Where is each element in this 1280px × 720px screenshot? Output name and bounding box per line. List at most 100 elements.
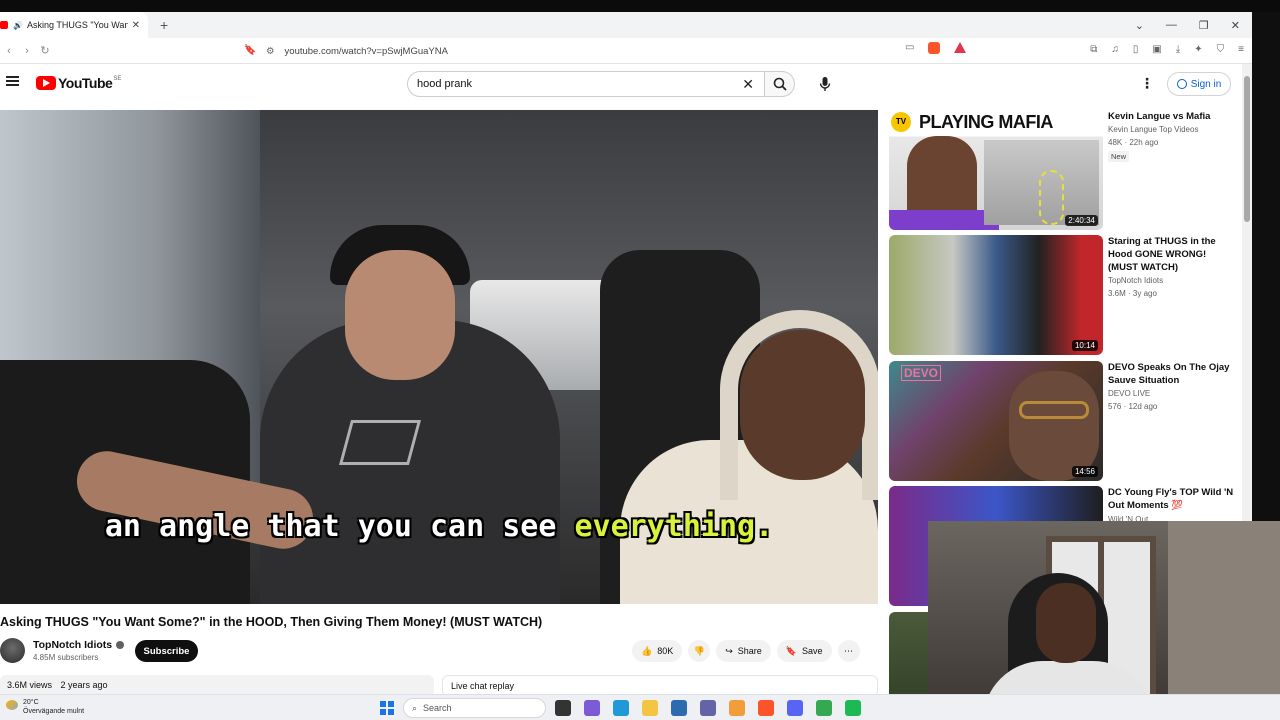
- account-icon: [1176, 79, 1187, 89]
- cast-icon[interactable]: ▭: [905, 42, 914, 54]
- edge-icon[interactable]: [613, 700, 629, 716]
- duration-badge: 2:40:34: [1065, 215, 1098, 226]
- recommendation-channel[interactable]: DEVO LIVE: [1108, 389, 1150, 398]
- app-icon[interactable]: [729, 700, 745, 716]
- file-explorer-icon[interactable]: [642, 700, 658, 716]
- back-icon[interactable]: ‹: [0, 45, 18, 57]
- save-label: Save: [802, 646, 823, 656]
- taskbar-search[interactable]: ⌕ Search: [403, 698, 546, 718]
- video-caption: an angle that you can see everything.: [0, 509, 878, 544]
- browser-tab-active[interactable]: 🔊 Asking THUGS "You Want So ✕: [0, 12, 148, 38]
- recommendation-meta: 48K · 22h ago: [1108, 138, 1159, 147]
- recommendation-item[interactable]: 10:14 Staring at THUGS in the Hood GONE …: [889, 235, 1239, 355]
- webcam-wall: [1168, 521, 1280, 720]
- close-tab-icon[interactable]: ✕: [132, 20, 140, 31]
- video-title: Asking THUGS "You Want Some?" in the HOO…: [0, 615, 543, 629]
- weather-temp: 20°C: [23, 699, 39, 706]
- browser-toolbar: ‹ › ↻ 🔖 ⚙ youtube.com/watch?v=pSwjMGuaYN…: [0, 38, 1252, 64]
- chrome-icon[interactable]: [816, 700, 832, 716]
- subscribe-button[interactable]: Subscribe: [135, 640, 198, 662]
- downloads-icon[interactable]: ⤓: [1176, 44, 1180, 55]
- thumbs-down-icon: 👎: [693, 645, 705, 656]
- discord-icon[interactable]: [787, 700, 803, 716]
- minimize-button[interactable]: —: [1166, 19, 1177, 31]
- store-icon[interactable]: [671, 700, 687, 716]
- windows-taskbar: 20°C Övervägande mulnt ⌕ Search: [0, 694, 1280, 720]
- recommendation-channel[interactable]: TopNotch Idiots: [1108, 276, 1163, 285]
- live-chat-replay[interactable]: Live chat replay: [442, 675, 878, 694]
- clear-search-icon[interactable]: ✕: [742, 76, 754, 93]
- forward-icon[interactable]: ›: [18, 45, 36, 57]
- recommendation-meta: 3.6M · 3y ago: [1108, 289, 1157, 298]
- maximize-button[interactable]: ❐: [1199, 19, 1209, 32]
- media-icon[interactable]: ♫: [1111, 44, 1119, 55]
- sign-in-button[interactable]: Sign in: [1167, 72, 1231, 96]
- new-tab-button[interactable]: +: [160, 17, 168, 33]
- recommendation-title[interactable]: Kevin Langue vs Mafia: [1108, 110, 1238, 123]
- start-button[interactable]: [380, 701, 394, 715]
- recommendation-title[interactable]: DC Young Fly's TOP Wild 'N Out Moments 💯: [1108, 486, 1238, 512]
- search-button[interactable]: [765, 71, 795, 97]
- channel-avatar[interactable]: [0, 638, 25, 663]
- description-box[interactable]: 3.6M views 2 years ago: [0, 675, 434, 694]
- guide-menu-icon[interactable]: [6, 76, 19, 86]
- video-frame-head: [740, 330, 865, 480]
- share-button[interactable]: ↪ Share: [716, 640, 771, 662]
- app-icon[interactable]: [845, 700, 861, 716]
- thumbnail-face: [1009, 371, 1099, 481]
- address-bar[interactable]: ⚙ youtube.com/watch?v=pSwjMGuaYNA: [266, 42, 976, 60]
- recommendation-channel[interactable]: Kevin Langue Top Videos: [1108, 125, 1198, 134]
- save-button[interactable]: 🔖 Save: [776, 640, 832, 662]
- more-actions-button[interactable]: ⋯: [837, 640, 860, 662]
- bookmark-add-icon: 🔖: [785, 645, 798, 656]
- scrollbar-thumb[interactable]: [1244, 76, 1250, 222]
- video-frame-head: [345, 250, 455, 380]
- voice-search-button[interactable]: [814, 73, 836, 95]
- bookmark-icon[interactable]: 🔖: [244, 45, 256, 56]
- screen: 🔊 Asking THUGS "You Want So ✕ + ⌄ — ❐ ✕ …: [0, 0, 1280, 720]
- youtube-logo[interactable]: YouTube SE: [36, 75, 121, 91]
- brave-shields-icon[interactable]: [928, 42, 941, 54]
- like-button[interactable]: 👍 80K: [632, 640, 683, 662]
- reload-icon[interactable]: ↻: [36, 44, 54, 57]
- sidebar-icon[interactable]: ▯: [1133, 44, 1139, 55]
- menu-icon[interactable]: ≡: [1238, 44, 1244, 55]
- close-window-button[interactable]: ✕: [1231, 19, 1240, 32]
- masthead: YouTube SE hood prank ✕ ⋮ Sign in: [0, 64, 1252, 104]
- speaker-icon[interactable]: 🔊: [13, 21, 23, 30]
- dislike-button[interactable]: 👎: [688, 640, 711, 662]
- url-text: youtube.com/watch?v=pSwjMGuaYNA: [284, 45, 448, 57]
- brave-rewards-icon[interactable]: [954, 42, 967, 53]
- extensions-icon[interactable]: ⧉: [1090, 44, 1097, 55]
- recommendation-thumbnail[interactable]: DEVO 14:56: [889, 361, 1103, 481]
- search-icon: ⌕: [412, 702, 418, 713]
- leo-icon[interactable]: ✦: [1194, 44, 1202, 55]
- tab-search-icon[interactable]: ⌄: [1135, 19, 1144, 32]
- recommendation-item[interactable]: DEVO 14:56 DEVO Speaks On The Ojay Sauve…: [889, 361, 1239, 481]
- vpn-icon[interactable]: ⛉: [1217, 44, 1225, 55]
- search-input[interactable]: hood prank ✕: [407, 71, 765, 97]
- weather-desc: Övervägande mulnt: [23, 708, 85, 715]
- app-icon[interactable]: [584, 700, 600, 716]
- new-badge: New: [1108, 151, 1130, 162]
- teams-icon[interactable]: [700, 700, 716, 716]
- search-value: hood prank: [417, 78, 473, 90]
- settings-more-icon[interactable]: ⋮: [1140, 75, 1154, 92]
- wallet-icon[interactable]: ▣: [1152, 44, 1161, 55]
- recommendation-item[interactable]: TV PLAYING MAFIA 2:40:34 Kevin Langue vs…: [889, 110, 1239, 230]
- recommendation-title[interactable]: Staring at THUGS in the Hood GONE WRONG!…: [1108, 235, 1238, 274]
- recommendation-thumbnail[interactable]: 10:14: [889, 235, 1103, 355]
- share-label: Share: [737, 646, 762, 656]
- recommendation-title[interactable]: DEVO Speaks On The Ojay Sauve Situation: [1108, 361, 1238, 387]
- thumbnail-text: DEVO: [901, 365, 942, 381]
- thumbs-up-icon: 👍: [641, 645, 653, 656]
- more-horizontal-icon: ⋯: [844, 645, 854, 656]
- task-view-icon[interactable]: [555, 700, 571, 716]
- webcam-overlay: [928, 521, 1280, 720]
- channel-name-link[interactable]: TopNotch Idiots: [33, 639, 125, 651]
- recommendation-thumbnail[interactable]: TV PLAYING MAFIA 2:40:34: [889, 110, 1103, 230]
- video-player[interactable]: an angle that you can see everything.: [0, 110, 878, 604]
- brave-icon[interactable]: [758, 700, 774, 716]
- site-info-icon[interactable]: ⚙: [266, 46, 275, 57]
- weather-widget[interactable]: 20°C Övervägande mulnt: [6, 698, 84, 716]
